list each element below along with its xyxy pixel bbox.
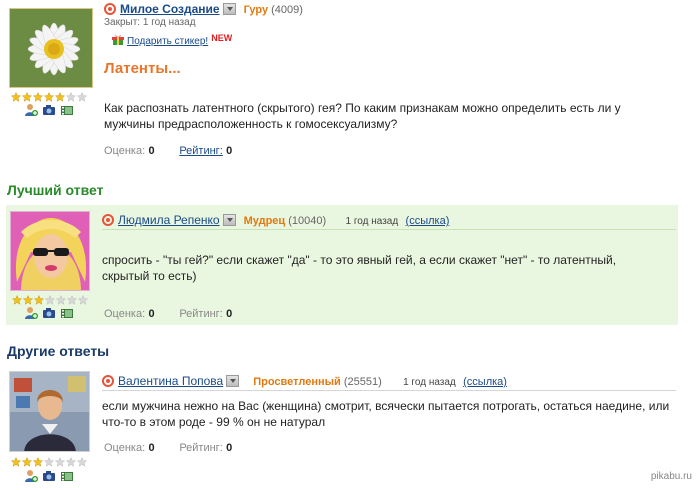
best-answer-author-name[interactable]: Людмила Репенко	[118, 213, 220, 227]
star-filled-icon	[33, 457, 43, 467]
gift-icon	[112, 35, 124, 45]
best-answer-permalink[interactable]: (ссылка)	[406, 215, 450, 227]
question-score: 0	[148, 145, 155, 157]
star-empty-icon	[66, 92, 76, 102]
dropdown-icon[interactable]	[222, 3, 236, 15]
star-empty-icon	[67, 295, 77, 305]
question-meta: Оценка: 0 Рейтинг: 0	[104, 145, 233, 157]
question-rating: 0	[226, 145, 233, 157]
star-filled-icon	[33, 92, 43, 102]
other-answer-text: если мужчина нежно на Вас (женщина) смот…	[102, 399, 670, 429]
other-answer-author-line: Валентина Попова Просветленный (25551) 1 …	[102, 374, 507, 388]
mail-icon[interactable]	[102, 214, 114, 226]
star-filled-icon	[23, 295, 33, 305]
other-answer-author-name[interactable]: Валентина Попова	[118, 374, 223, 388]
star-empty-icon	[77, 92, 87, 102]
star-filled-icon	[55, 92, 65, 102]
star-empty-icon	[44, 457, 54, 467]
question-title: Латенты...	[104, 60, 181, 77]
best-answer-rating: 0	[226, 308, 233, 320]
question-author-line: Милое Создание Гуру (4009)	[104, 2, 303, 16]
add-friend-icon[interactable]	[24, 469, 38, 483]
watermark: pikabu.ru	[650, 471, 692, 482]
best-answer-score: 0	[148, 308, 155, 320]
other-answer-meta: Оценка: 0 Рейтинг: 0	[104, 442, 233, 454]
best-answer-ago: 1 год назад	[345, 216, 399, 227]
question-author-icons	[24, 103, 74, 117]
best-answer-text: спросить - "ты гей?" если скажет "да" - …	[102, 253, 617, 283]
best-answer-icons	[24, 306, 74, 320]
star-empty-icon	[66, 457, 76, 467]
best-answer-meta: Оценка: 0 Рейтинг: 0	[104, 308, 233, 320]
question-author-stars	[11, 92, 87, 102]
other-answer-avatar[interactable]	[9, 371, 90, 452]
new-badge: NEW	[211, 33, 233, 43]
video-icon[interactable]	[60, 103, 74, 117]
other-answer-score: 0	[148, 442, 155, 454]
question-closed-status: Закрыт: 1 год назад	[104, 17, 196, 28]
star-filled-icon	[11, 92, 21, 102]
star-filled-icon	[34, 295, 44, 305]
mail-icon[interactable]	[104, 3, 116, 15]
star-empty-icon	[45, 295, 55, 305]
star-empty-icon	[56, 295, 66, 305]
star-filled-icon	[22, 457, 32, 467]
other-answer-icons	[24, 469, 74, 483]
photo-icon[interactable]	[42, 469, 56, 483]
best-answer-author-line: Людмила Репенко Мудрец (10040) 1 год наза…	[102, 213, 449, 227]
other-answer-ago: 1 год назад	[403, 377, 456, 388]
star-filled-icon	[12, 295, 22, 305]
question-text: Как распознать латентного (скрытого) гея…	[104, 101, 621, 131]
video-icon[interactable]	[60, 469, 74, 483]
star-filled-icon	[22, 92, 32, 102]
other-answer-permalink[interactable]: (ссылка)	[463, 376, 507, 388]
other-answer-author-rank: Просветленный (25551)	[253, 376, 382, 388]
video-icon[interactable]	[60, 306, 74, 320]
best-answer-divider	[102, 229, 676, 230]
star-empty-icon	[78, 295, 88, 305]
other-answers-title: Другие ответы	[7, 343, 110, 359]
dropdown-icon[interactable]	[226, 375, 240, 387]
best-answer-avatar[interactable]	[10, 211, 90, 291]
question-author-avatar[interactable]	[9, 8, 93, 88]
photo-icon[interactable]	[42, 103, 56, 117]
photo-icon[interactable]	[42, 306, 56, 320]
other-answer-divider	[102, 390, 676, 391]
gift-sticker-link[interactable]: Подарить стикер!	[127, 36, 208, 47]
gift-sticker[interactable]: Подарить стикер! NEW	[112, 33, 232, 47]
question-author-name[interactable]: Милое Создание	[120, 2, 220, 16]
question-author-rank: Гуру (4009)	[243, 4, 303, 16]
best-answer-title: Лучший ответ	[7, 182, 104, 198]
star-filled-icon	[11, 457, 21, 467]
add-friend-icon[interactable]	[24, 103, 38, 117]
add-friend-icon[interactable]	[24, 306, 38, 320]
star-filled-icon	[44, 92, 54, 102]
mail-icon[interactable]	[102, 375, 114, 387]
best-answer-author-rank: Мудрец (10040)	[243, 215, 327, 227]
dropdown-icon[interactable]	[222, 214, 236, 226]
question-rating-link[interactable]: Рейтинг:	[179, 145, 222, 157]
other-answer-rating: 0	[226, 442, 233, 454]
star-empty-icon	[55, 457, 65, 467]
other-answer-stars	[11, 457, 87, 467]
best-answer-stars	[12, 295, 88, 305]
star-empty-icon	[77, 457, 87, 467]
